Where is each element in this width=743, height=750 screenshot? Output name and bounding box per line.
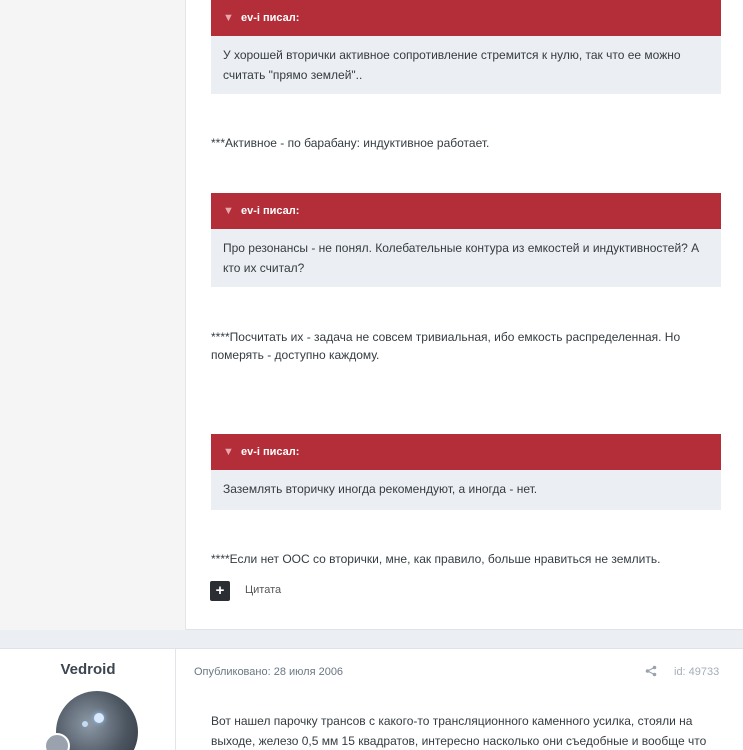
avatar-detail	[94, 713, 104, 723]
quote-header[interactable]: ▼ ev-i писал:	[211, 0, 721, 36]
multiquote-button[interactable]: +	[210, 581, 230, 601]
author-column	[0, 0, 186, 630]
post-id[interactable]: id: 49733	[674, 666, 719, 678]
quote-block: ▼ ev-i писал: У хорошей вторички активно…	[211, 0, 721, 94]
quote-author: ev-i писал:	[241, 12, 300, 24]
quote-header[interactable]: ▼ ev-i писал:	[211, 193, 721, 229]
quote-text: Заземлять вторичку иногда рекомендуют, а…	[223, 482, 538, 496]
quote-author: ev-i писал:	[241, 205, 300, 217]
share-icon[interactable]	[645, 665, 657, 680]
quote-text: У хорошей вторички активное сопротивлени…	[223, 48, 681, 82]
quote-link[interactable]: Цитата	[245, 584, 281, 596]
author-column: Vedroid	[0, 649, 176, 750]
chevron-down-icon[interactable]: ▼	[223, 205, 237, 217]
reply-text: ****Посчитать их - задача не совсем трив…	[211, 330, 681, 362]
chevron-down-icon[interactable]: ▼	[223, 446, 237, 458]
quote-author: ev-i писал:	[241, 446, 300, 458]
avatar-detail	[82, 721, 88, 727]
post-text: Вот нашел парочку трансов с какого-то тр…	[211, 714, 707, 748]
chevron-down-icon[interactable]: ▼	[223, 12, 237, 24]
post-1: ▼ ev-i писал: У хорошей вторички активно…	[0, 0, 743, 630]
reply-text: ****Если нет ООС со вторички, мне, как п…	[211, 552, 661, 566]
post-2: Vedroid Опубликовано: 28 июля 2006 id: 4…	[0, 648, 743, 750]
quote-block: ▼ ev-i писал: Про резонансы - не понял. …	[211, 193, 721, 287]
reply-text: ***Активное - по барабану: индуктивное р…	[211, 136, 490, 150]
quote-text: Про резонансы - не понял. Колебательные …	[223, 241, 700, 275]
quote-block: ▼ ev-i писал: Заземлять вторичку иногда …	[211, 434, 721, 510]
author-name[interactable]: Vedroid	[0, 661, 176, 678]
quote-header[interactable]: ▼ ev-i писал:	[211, 434, 721, 470]
post-date[interactable]: Опубликовано: 28 июля 2006	[194, 666, 343, 678]
